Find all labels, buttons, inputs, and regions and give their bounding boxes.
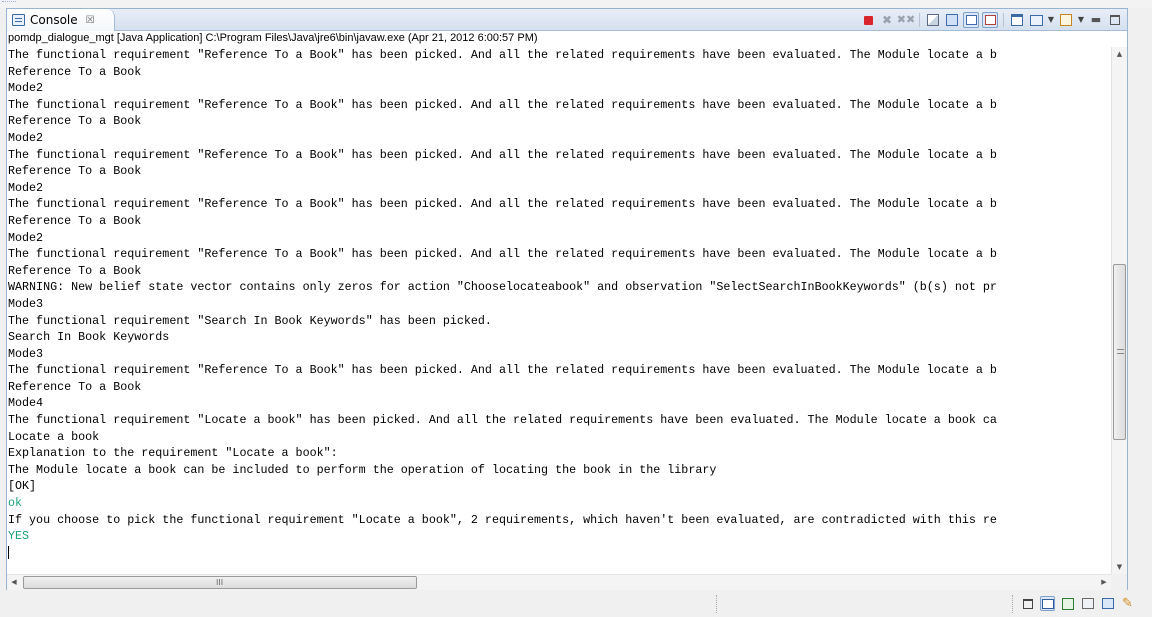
console-output-line: The functional requirement "Reference To… — [8, 97, 997, 112]
grip-icon: III — [216, 578, 224, 587]
drag-handle[interactable] — [2, 1, 16, 3]
console-output-line: The functional requirement "Reference To… — [8, 247, 997, 262]
scroll-right-arrow-icon[interactable]: ▶ — [1097, 575, 1111, 590]
display-selected-console-icon[interactable] — [1028, 12, 1044, 28]
vertical-scrollbar[interactable]: ▲ ▼ — [1111, 47, 1127, 574]
console-output-line: Reference To a Book — [8, 164, 142, 179]
text-caret — [8, 545, 9, 559]
console-output-line: WARNING: New belief state vector contain… — [8, 280, 997, 295]
open-console-icon[interactable] — [1058, 12, 1074, 28]
hierarchy-icon[interactable] — [1100, 596, 1115, 611]
console-output-line: The functional requirement "Locate a boo… — [8, 413, 997, 428]
grip-icon — [1117, 349, 1124, 354]
process-header: pomdp_dialogue_mgt [Java Application] C:… — [7, 31, 1127, 46]
console-output-line: Locate a book — [8, 429, 100, 444]
console-output-line: Search In Book Keywords — [8, 330, 170, 345]
status-separator — [1012, 595, 1013, 613]
trim-stack: ✎ — [1020, 596, 1135, 611]
show-console-on-error-icon[interactable] — [982, 12, 998, 28]
console-output-line: Reference To a Book — [8, 114, 142, 129]
tab-console[interactable]: Console ☒ — [7, 9, 115, 31]
vertical-scroll-thumb[interactable] — [1113, 264, 1126, 440]
console-output-line: Mode2 — [8, 230, 44, 245]
console-input-line: ok — [8, 496, 23, 511]
console-view-icon[interactable] — [1040, 596, 1055, 611]
console-output-line: Mode2 — [8, 81, 44, 96]
toolbar-separator — [919, 13, 920, 27]
restore-icon[interactable] — [1020, 596, 1035, 611]
chevron-down-icon[interactable]: ▼ — [1077, 12, 1085, 28]
console-output-line: Reference To a Book — [8, 213, 142, 228]
console-output-line: Reference To a Book — [8, 379, 142, 394]
console-output-line: Mode2 — [8, 180, 44, 195]
console-output-line: Mode2 — [8, 130, 44, 145]
console-output-line: The Module locate a book can be included… — [8, 462, 717, 477]
tasks-icon[interactable] — [1060, 596, 1075, 611]
status-bar: ✎ — [0, 591, 1152, 617]
scroll-down-arrow-icon[interactable]: ▼ — [1112, 560, 1127, 574]
console-output-line: Mode3 — [8, 296, 44, 311]
scroll-up-arrow-icon[interactable]: ▲ — [1112, 47, 1127, 61]
pen-icon[interactable]: ✎ — [1120, 596, 1135, 611]
horizontal-scrollbar[interactable]: ◀ III ▶ — [7, 574, 1111, 590]
horizontal-scroll-thumb[interactable]: III — [23, 576, 417, 589]
toolbar-separator — [1003, 13, 1004, 27]
outline-icon[interactable] — [1080, 596, 1095, 611]
console-output-line: Mode3 — [8, 346, 44, 361]
console-input-line: YES — [8, 529, 30, 544]
console-output-line: [OK] — [8, 479, 37, 494]
console-view: Console ☒ ✖ ✖✖ ▼ ▼ ▬ pomdp_dialogue_mgt … — [6, 8, 1128, 590]
console-output-line: The functional requirement "Reference To… — [8, 197, 997, 212]
scroll-left-arrow-icon[interactable]: ◀ — [7, 575, 21, 590]
maximize-icon[interactable] — [1107, 12, 1123, 28]
console-output-line: Explanation to the requirement "Locate a… — [8, 446, 338, 461]
console-output-line: The functional requirement "Reference To… — [8, 48, 997, 62]
chevron-down-icon[interactable]: ▼ — [1047, 12, 1055, 28]
console-toolbar: ✖ ✖✖ ▼ ▼ ▬ — [860, 12, 1123, 28]
window-top-strip — [0, 0, 1152, 8]
console-output-line: The functional requirement "Search In Bo… — [8, 313, 492, 328]
console-output-line: Mode4 — [8, 396, 44, 411]
show-console-on-output-icon[interactable] — [963, 12, 979, 28]
clear-console-icon[interactable] — [925, 12, 941, 28]
close-icon[interactable]: ☒ — [86, 15, 95, 26]
console-output-line: The functional requirement "Reference To… — [8, 363, 997, 378]
view-tab-bar: Console ☒ ✖ ✖✖ ▼ ▼ ▬ — [7, 9, 1127, 31]
remove-launch-icon[interactable]: ✖ — [879, 12, 895, 28]
tab-console-label: Console — [30, 13, 78, 27]
status-separator — [716, 595, 717, 613]
console-output-line: If you choose to pick the functional req… — [8, 512, 997, 527]
console-output-line: The functional requirement "Reference To… — [8, 147, 997, 162]
minimize-icon[interactable]: ▬ — [1088, 12, 1104, 28]
terminate-icon[interactable] — [860, 12, 876, 28]
scroll-lock-icon[interactable] — [944, 12, 960, 28]
remove-all-terminated-icon[interactable]: ✖✖ — [897, 12, 915, 28]
console-tab-icon — [12, 14, 25, 26]
console-output-line: Reference To a Book — [8, 263, 142, 278]
console-output-line: Reference To a Book — [8, 64, 142, 79]
scrollbar-corner — [1111, 574, 1127, 590]
pin-console-icon[interactable] — [1009, 12, 1025, 28]
console-output[interactable]: The functional requirement "Reference To… — [7, 47, 1111, 574]
